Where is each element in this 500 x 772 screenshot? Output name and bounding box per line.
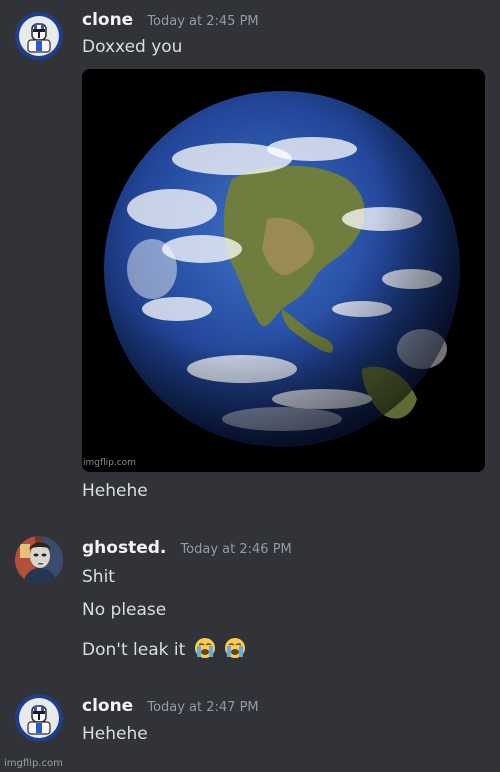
username[interactable]: clone [82, 696, 133, 716]
username[interactable]: ghosted. [82, 538, 166, 558]
ghosted-avatar[interactable] [15, 536, 63, 584]
clone-avatar[interactable] [15, 694, 63, 742]
timestamp: Today at 2:46 PM [180, 542, 292, 557]
message-text-with-emoji: Don't leak it [82, 637, 246, 664]
message-text: Hehehe [82, 481, 148, 501]
earth-image [82, 69, 485, 472]
message-text: Doxxed you [82, 37, 183, 57]
ghost-mask-avatar-icon [15, 536, 63, 584]
loudly-crying-emoji-icon [194, 637, 216, 664]
message-text: Shit [82, 567, 115, 587]
footer-watermark: imgflip.com [4, 758, 63, 769]
clone-trooper-avatar-icon [15, 12, 63, 60]
clone-trooper-avatar-icon [15, 694, 63, 742]
loudly-crying-emoji-icon [224, 637, 246, 664]
username[interactable]: clone [82, 10, 133, 30]
message-text: No please [82, 600, 167, 620]
timestamp: Today at 2:45 PM [147, 14, 259, 29]
image-attachment[interactable] [82, 69, 485, 472]
image-watermark: imgflip.com [83, 458, 136, 468]
message-text: Hehehe [82, 724, 148, 744]
timestamp: Today at 2:47 PM [147, 700, 259, 715]
message-text: Don't leak it [82, 640, 186, 660]
clone-avatar[interactable] [15, 12, 63, 60]
